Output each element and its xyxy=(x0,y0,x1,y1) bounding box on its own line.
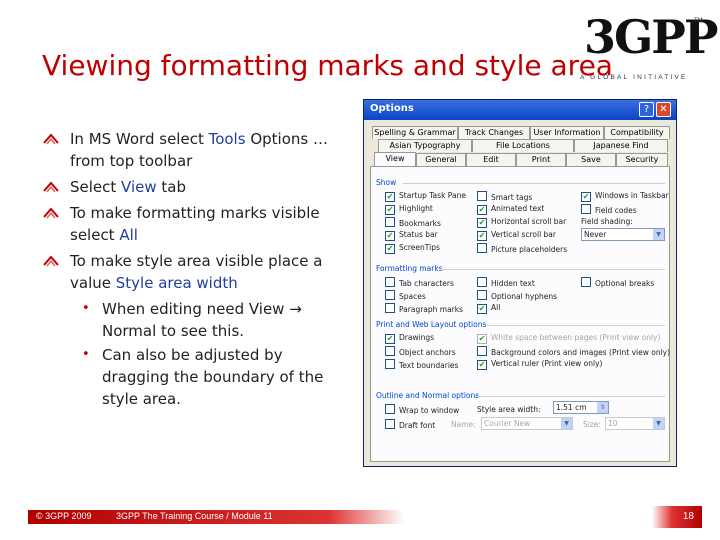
chevron-down-icon: ▼ xyxy=(653,418,664,429)
font-size-select[interactable]: 10 ▼ xyxy=(605,417,665,430)
bullet-highlight: All xyxy=(119,226,138,244)
sub-bullet-text: When editing need View → Normal to see t… xyxy=(102,300,302,340)
3gpp-logo: 3GPP TM A GLOBAL INITIATIVE xyxy=(576,10,718,90)
footer-bar: © 3GPP 2009 3GPP The Training Course / M… xyxy=(28,510,404,524)
group-divider xyxy=(403,183,665,184)
bullet-marker-icon xyxy=(43,255,59,267)
bookmarks-checkbox[interactable]: Bookmarks xyxy=(385,217,441,228)
bullet-text: Select xyxy=(70,178,122,196)
vertical-scroll-bar-checkbox[interactable]: ✔ Vertical scroll bar xyxy=(477,230,556,241)
outline-normal-label: Outline and Normal options xyxy=(376,391,480,400)
bullet-item: To make formatting marks visible select … xyxy=(42,202,342,246)
startup-task-pane-checkbox[interactable]: ✔ Startup Task Pane xyxy=(385,191,466,202)
status-bar-checkbox[interactable]: ✔ Status bar xyxy=(385,230,438,241)
tab-view[interactable]: View xyxy=(374,152,416,167)
draft-font-checkbox[interactable]: Draft font xyxy=(385,419,435,430)
spinner-icon: ⇕ xyxy=(597,402,608,413)
bullet-text: To make formatting marks visible select xyxy=(70,204,320,244)
close-button[interactable]: ✕ xyxy=(656,102,671,117)
logo-tagline: A GLOBAL INITIATIVE xyxy=(580,74,688,81)
view-tab-page: Show ✔ Startup Task Pane ✔ Highlight Bookm… xyxy=(370,166,670,462)
chevron-down-icon: ▼ xyxy=(653,229,664,240)
field-shading-label: Field shading: xyxy=(581,217,633,226)
font-name-select[interactable]: Courier New ▼ xyxy=(481,417,573,430)
style-area-width-input[interactable]: 1.51 cm ⇕ xyxy=(553,401,609,414)
help-button[interactable]: ? xyxy=(639,102,654,117)
bullet-marker-icon xyxy=(43,133,59,145)
screentips-checkbox[interactable]: ✔ ScreenTips xyxy=(385,243,440,254)
print-web-layout-label: Print and Web Layout options xyxy=(376,320,487,329)
group-divider xyxy=(487,325,665,326)
sub-bullet-dot-icon: • xyxy=(82,347,90,362)
animated-text-checkbox[interactable]: ✔ Animated text xyxy=(477,204,544,215)
bullet-text: In MS Word select xyxy=(70,130,209,148)
spaces-checkbox[interactable]: Spaces xyxy=(385,290,426,301)
background-colors-checkbox[interactable]: Background colors and images (Print view… xyxy=(477,346,670,357)
group-divider xyxy=(475,396,665,397)
highlight-checkbox[interactable]: ✔ Highlight xyxy=(385,204,433,215)
dialog-title: Options xyxy=(370,103,414,114)
sub-bullet-item: • When editing need View → Normal to see… xyxy=(42,298,342,342)
sub-bullet-text: Can also be adjusted by dragging the bou… xyxy=(102,346,324,408)
page-number-bar: 18 xyxy=(652,506,702,528)
footer-course: 3GPP The Training Course / Module 11 xyxy=(116,511,273,521)
group-divider xyxy=(441,269,665,270)
bullet-marker-icon xyxy=(43,207,59,219)
tab-characters-checkbox[interactable]: Tab characters xyxy=(385,277,454,288)
vertical-ruler-checkbox[interactable]: ✔ Vertical ruler (Print view only) xyxy=(477,359,602,370)
tab-asian-typography[interactable]: Asian Typography xyxy=(378,139,472,152)
object-anchors-checkbox[interactable]: Object anchors xyxy=(385,346,456,357)
sub-bullet-item: • Can also be adjusted by dragging the b… xyxy=(42,344,342,410)
logo-trademark: TM xyxy=(694,18,703,24)
footer-copyright: © 3GPP 2009 xyxy=(36,511,92,521)
all-marks-checkbox[interactable]: ✔ All xyxy=(477,303,500,314)
font-size-label: Size: xyxy=(583,420,601,429)
field-codes-checkbox[interactable]: Field codes xyxy=(581,204,637,215)
paragraph-marks-checkbox[interactable]: Paragraph marks xyxy=(385,303,463,314)
formatting-marks-label: Formatting marks xyxy=(376,264,443,273)
picture-placeholders-checkbox[interactable]: Picture placeholders xyxy=(477,243,567,254)
tab-spelling-grammar[interactable]: Spelling & Grammar xyxy=(372,126,458,139)
horizontal-scroll-bar-checkbox[interactable]: ✔ Horizontal scroll bar xyxy=(477,217,566,228)
optional-hyphens-checkbox[interactable]: Optional hyphens xyxy=(477,290,557,301)
tab-compatibility[interactable]: Compatibility xyxy=(604,126,670,139)
bullet-highlight: Style area width xyxy=(115,274,238,292)
smart-tags-checkbox[interactable]: Smart tags xyxy=(477,191,532,202)
hidden-text-checkbox[interactable]: Hidden text xyxy=(477,277,535,288)
bullet-list: In MS Word select Tools Options … from t… xyxy=(42,128,342,412)
bullet-item: In MS Word select Tools Options … from t… xyxy=(42,128,342,172)
tab-track-changes[interactable]: Track Changes xyxy=(458,126,530,139)
bullet-item: To make style area visible place a value… xyxy=(42,250,342,294)
bullet-item: Select View tab xyxy=(42,176,342,198)
style-area-width-label: Style area width: xyxy=(477,405,541,414)
white-space-between-pages-checkbox[interactable]: ✔ White space between pages (Print view o… xyxy=(477,333,660,344)
tab-print[interactable]: Print xyxy=(516,153,566,166)
windows-in-taskbar-checkbox[interactable]: ✔ Windows in Taskbar xyxy=(581,191,669,202)
bullet-marker-icon xyxy=(43,181,59,193)
bullet-text: tab xyxy=(156,178,187,196)
options-dialog: Options ? ✕ Spelling & Grammar Track Cha… xyxy=(363,99,677,467)
text-boundaries-checkbox[interactable]: Text boundaries xyxy=(385,359,458,370)
tab-edit[interactable]: Edit xyxy=(466,153,516,166)
tab-security[interactable]: Security xyxy=(616,153,668,166)
tab-user-information[interactable]: User Information xyxy=(530,126,604,139)
sub-bullet-dot-icon: • xyxy=(82,301,90,316)
bullet-highlight: View xyxy=(121,178,157,196)
dialog-titlebar[interactable]: Options ? ✕ xyxy=(364,100,676,120)
slide-title: Viewing formatting marks and style area xyxy=(42,49,613,82)
tab-file-locations[interactable]: File Locations xyxy=(472,139,574,152)
page-number: 18 xyxy=(682,511,694,522)
font-name-label: Name: xyxy=(451,420,476,429)
optional-breaks-checkbox[interactable]: Optional breaks xyxy=(581,277,654,288)
tab-general[interactable]: General xyxy=(416,153,466,166)
drawings-checkbox[interactable]: ✔ Drawings xyxy=(385,333,434,344)
show-group-label: Show xyxy=(376,178,397,187)
wrap-to-window-checkbox[interactable]: Wrap to window xyxy=(385,404,459,415)
chevron-down-icon: ▼ xyxy=(561,418,572,429)
tab-japanese-find[interactable]: Japanese Find xyxy=(574,139,668,152)
bullet-highlight: Tools xyxy=(208,130,246,148)
tab-save[interactable]: Save xyxy=(566,153,616,166)
field-shading-select[interactable]: Never ▼ xyxy=(581,228,665,241)
